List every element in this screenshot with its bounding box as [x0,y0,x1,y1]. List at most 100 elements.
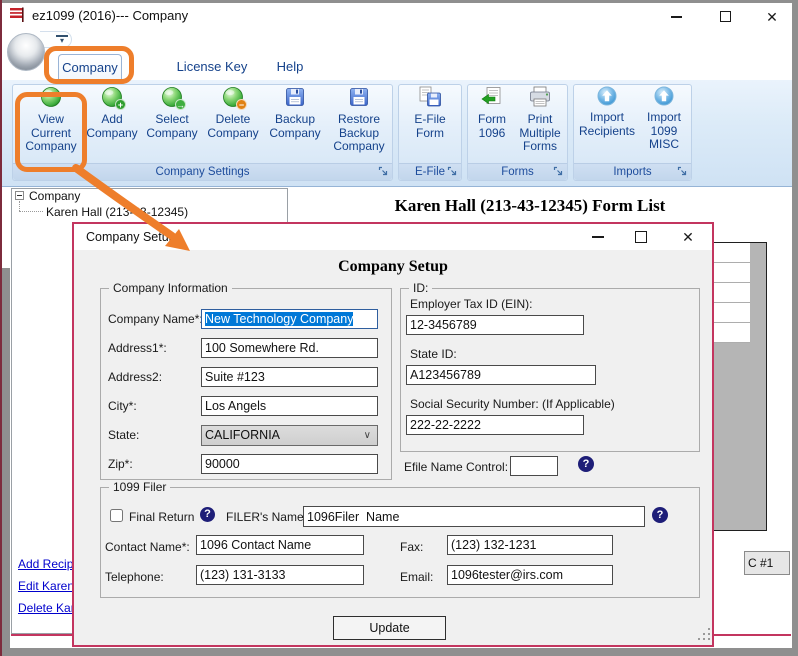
button-label: Restore Backup Company [333,112,384,153]
edit-recipient-link[interactable]: Edit Karen [18,579,74,593]
ein-input[interactable] [406,315,584,335]
tree-node-karen-hall[interactable]: Karen Hall (213-43-12345) [46,205,188,219]
company-setup-dialog: Company Setup ✕ Company Setup Company In… [72,222,714,647]
tab-license-key[interactable]: License Key [172,54,252,80]
dialog-launcher-icon[interactable] [676,166,688,178]
list-row[interactable] [712,283,750,303]
import-up-arrow-icon [597,86,617,106]
city-input[interactable] [201,396,378,416]
fax-input[interactable] [447,535,613,555]
ribbon-group-label: Company Settings [13,163,392,180]
dialog-title: Company Setup [86,230,176,244]
list-row[interactable] [712,303,750,323]
company-name-input[interactable]: New Technology Company [201,309,378,329]
close-icon: ✕ [766,10,778,24]
filer-name-input[interactable] [303,506,645,527]
floppy-disk-icon [348,86,370,108]
ribbon-button-efile-form[interactable]: E-File Form [402,86,458,140]
tree-connector [19,211,43,212]
efile-form-icon [418,86,442,108]
tab-company[interactable]: Company [58,54,122,80]
window-shadow-left [2,268,10,648]
group-caption: 1099 Filer [109,480,170,494]
window-title: ez1099 (2016)--- Company [32,8,188,23]
app-icon [9,7,26,28]
application-menu-button[interactable] [7,33,45,71]
state-label: State: [108,428,139,442]
help-icon[interactable]: ? [200,507,215,522]
globe-add-icon: + [101,86,123,108]
list-row[interactable] [712,263,750,283]
close-button[interactable]: ✕ [752,3,792,30]
zip-input[interactable] [201,454,378,474]
window-shadow-top [0,0,798,3]
help-icon[interactable]: ? [578,456,594,472]
close-icon: ✕ [682,230,694,244]
dialog-launcher-icon[interactable] [552,166,564,178]
ribbon-button-delete-company[interactable]: − Delete Company [204,86,262,140]
tree-expander-icon[interactable] [15,191,24,200]
ribbon-button-print-multiple-forms[interactable]: Print Multiple Forms [514,86,566,154]
button-label: Import Recipients [579,110,635,138]
list-row[interactable] [712,323,750,343]
address1-label: Address1*: [108,341,167,355]
ribbon-button-add-company[interactable]: + Add Company [84,86,140,140]
resize-grip[interactable] [698,628,712,642]
efile-name-control-input[interactable] [510,456,558,476]
dialog-maximize-button[interactable] [627,227,655,247]
help-icon[interactable]: ? [652,507,668,523]
ssn-label: Social Security Number: (If Applicable) [410,397,615,411]
address2-input[interactable] [201,367,378,387]
state-select[interactable]: CALIFORNIA ∨ [201,425,378,446]
email-input[interactable] [447,565,613,585]
app-window: ez1099 (2016)--- Company ✕ ▾ Company Lic… [0,0,798,656]
ribbon-button-restore-backup-company[interactable]: Restore Backup Company [328,86,390,154]
contact-name-input[interactable] [196,535,364,555]
import-up-arrow-icon [654,86,674,106]
dialog-launcher-icon[interactable] [446,166,458,178]
ribbon-bottom-border [2,186,792,187]
ribbon-button-select-company[interactable]: → Select Company [142,86,202,140]
arrow-badge-icon: → [175,99,186,110]
misc-form-button[interactable]: C #1 [744,551,790,575]
ribbon-button-form-1096[interactable]: Form 1096 [470,86,514,140]
ribbon-button-import-recipients[interactable]: Import Recipients [578,86,636,138]
ribbon-button-import-1099-misc[interactable]: Import 1099 MISC [638,86,690,152]
ribbon-button-view-current-company[interactable]: View Current Company [20,86,82,154]
ribbon-button-backup-company[interactable]: Backup Company [264,86,326,140]
dialog-minimize-button[interactable] [584,227,612,247]
group-label-text: Imports [613,166,651,178]
minus-badge-icon: − [236,99,247,110]
dialog-title-bar: Company Setup ✕ [74,224,712,250]
zip-label: Zip*: [108,457,133,471]
window-shadow-right [792,0,798,656]
list-row[interactable] [712,243,750,263]
city-label: City*: [108,399,137,413]
globe-icon [40,86,62,108]
tree-node-company[interactable]: Company [29,189,80,203]
floppy-disk-icon [284,86,306,108]
address1-input[interactable] [201,338,378,358]
address2-label: Address2: [108,370,162,384]
maximize-button[interactable] [705,3,745,30]
minimize-icon [671,16,682,18]
minimize-button[interactable] [656,3,696,30]
form-list-title: Karen Hall (213-43-12345) Form List [300,196,760,216]
group-label-text: Forms [501,166,534,178]
button-label: Import 1099 MISC [647,110,681,151]
dialog-close-button[interactable]: ✕ [674,227,702,247]
button-label: Backup Company [269,112,320,140]
tab-help[interactable]: Help [262,54,318,80]
group-caption: Company Information [109,281,232,295]
qat-dropdown-icon[interactable]: ▾ [56,35,68,45]
button-label: Form 1096 [478,112,506,140]
state-id-input[interactable] [406,365,596,385]
update-button[interactable]: Update [333,616,446,640]
globe-delete-icon: − [222,86,244,108]
final-return-checkbox[interactable] [110,509,123,522]
dialog-launcher-icon[interactable] [377,166,389,178]
email-label: Email: [400,570,433,584]
group-label-text: E-File [415,166,445,178]
telephone-input[interactable] [196,565,364,585]
ssn-input[interactable] [406,415,584,435]
